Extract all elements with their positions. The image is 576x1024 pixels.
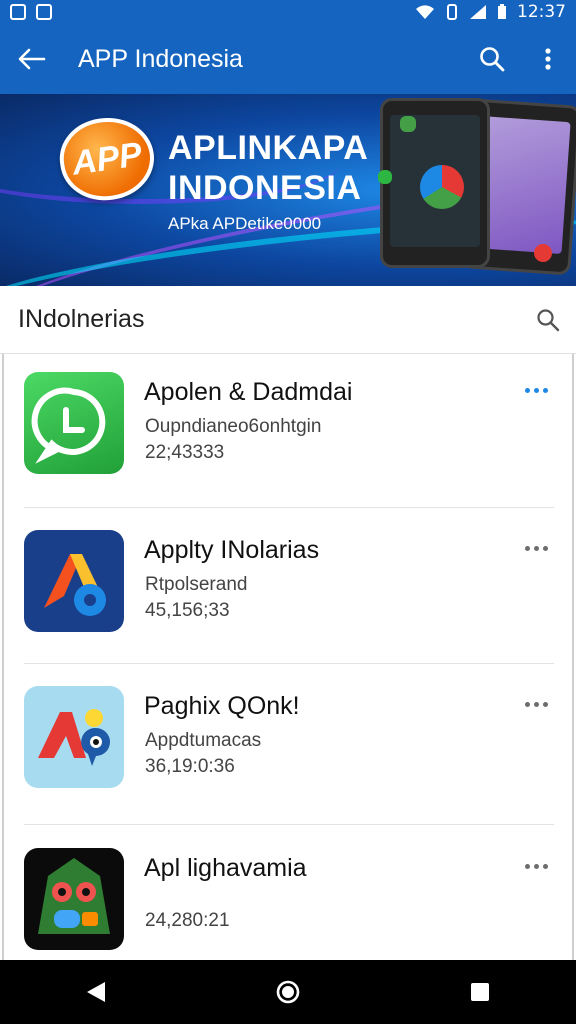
app-count: 24,280:21: [145, 910, 230, 931]
dot: [542, 387, 548, 393]
app-subtitle: Appdtumacas: [145, 730, 262, 751]
floating-app-icon: [534, 244, 552, 262]
dot: [524, 545, 530, 551]
chat-bubble-icon: [24, 372, 124, 474]
arrow-a-glyph: [44, 554, 106, 616]
more-options-button[interactable]: [520, 538, 552, 558]
image-icon: [36, 4, 52, 20]
divider: [24, 507, 554, 508]
app-bar: APP Indonesia: [0, 24, 576, 94]
red-a-pin-glyph: [38, 709, 111, 766]
phone-illustration: [380, 98, 490, 268]
floating-app-icon: [400, 116, 416, 132]
arrow-back-icon: [18, 48, 46, 70]
floating-app-icon: [378, 170, 392, 184]
app-subtitle: Oupndianeo6onhtgin: [145, 416, 322, 437]
dot: [524, 701, 530, 707]
monster-face-icon: [24, 848, 124, 950]
red-a-pin-icon: [24, 686, 124, 788]
app-title: APP Indonesia: [78, 44, 243, 73]
search-button[interactable]: [464, 24, 520, 94]
monster-face-glyph: [38, 858, 110, 934]
app-name: Applty INolarias: [144, 536, 320, 564]
back-button[interactable]: [0, 24, 64, 94]
more-options-button[interactable]: [520, 694, 552, 714]
section-title: INdolnerias: [18, 305, 145, 333]
dot: [542, 701, 548, 707]
app-name: Apl lighavamia: [144, 854, 307, 882]
wifi-icon: [416, 5, 434, 19]
banner-title-line1: APLINKAPA: [168, 129, 369, 167]
arrow-a-icon: [24, 530, 124, 632]
overflow-menu-button[interactable]: [520, 24, 576, 94]
nav-home-icon: [276, 980, 300, 1004]
nav-recents-button[interactable]: [448, 960, 512, 1024]
list-item[interactable]: Paghix QOnk! Appdtumacas 36,19:0:36: [4, 668, 572, 824]
section-search-button[interactable]: [520, 286, 576, 354]
more-vert-icon: [545, 48, 551, 70]
divider: [24, 824, 554, 825]
app-name: Apolen & Dadmdai: [144, 378, 353, 406]
banner-title-line2: INDONESIA: [168, 169, 362, 207]
system-nav-bar: [0, 960, 576, 1024]
signal-icon: [470, 5, 486, 19]
dot: [524, 863, 530, 869]
nav-back-button[interactable]: [64, 960, 128, 1024]
app-count: 45,156;33: [145, 600, 230, 621]
dot: [533, 545, 539, 551]
nav-home-button[interactable]: [256, 960, 320, 1024]
search-icon: [480, 47, 505, 72]
app-list: Apolen & Dadmdai Oupndianeo6onhtgin 22;4…: [2, 354, 574, 960]
status-bar: 12:37: [0, 0, 576, 24]
app-subtitle: Rtpolserand: [145, 574, 248, 595]
status-time: 12:37: [517, 2, 566, 22]
chat-bubble-glyph: [31, 387, 106, 464]
list-item[interactable]: Apolen & Dadmdai Oupndianeo6onhtgin 22;4…: [4, 354, 572, 510]
more-options-button[interactable]: [520, 380, 552, 400]
dot: [533, 863, 539, 869]
battery-icon: [498, 4, 506, 19]
vibrate-icon: [447, 4, 457, 20]
promo-banner[interactable]: APP APLINKAPA INDONESIA APka APDetike000…: [0, 94, 576, 286]
phone-screen: [390, 115, 480, 247]
nav-recents-icon: [471, 983, 489, 1001]
divider: [24, 663, 554, 664]
app-count: 22;43333: [145, 442, 225, 463]
app-name: Paghix QOnk!: [144, 692, 300, 720]
section-header: INdolnerias: [0, 286, 576, 354]
nav-back-icon: [87, 982, 105, 1002]
banner-title: APLINKAPA INDONESIA: [168, 128, 368, 208]
dot: [533, 701, 539, 707]
dot: [542, 863, 548, 869]
dot: [533, 387, 539, 393]
search-icon: [537, 308, 560, 331]
dot: [542, 545, 548, 551]
status-left: [10, 4, 52, 20]
banner-subtitle: APka APDetike0000: [168, 214, 322, 233]
notification-icon: [10, 4, 26, 20]
dot: [524, 387, 530, 393]
chrome-like-icon: [420, 165, 464, 209]
status-right: 12:37: [415, 2, 566, 22]
app-count: 36,19:0:36: [145, 756, 235, 777]
more-options-button[interactable]: [520, 856, 552, 876]
list-item[interactable]: Applty INolarias Rtpolserand 45,156;33: [4, 512, 572, 668]
list-item[interactable]: Apl lighavamia 24,280:21: [4, 830, 572, 960]
